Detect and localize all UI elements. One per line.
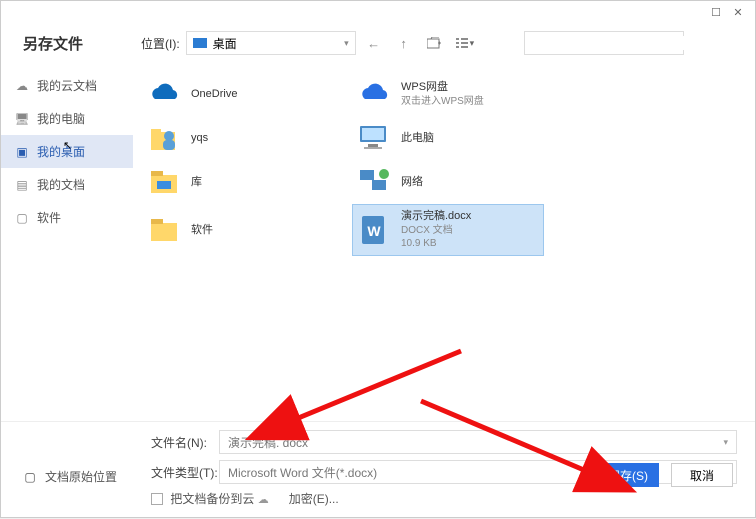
file-item-software[interactable]: 软件 <box>143 205 333 255</box>
dialog-footer: 文件名(N): 演示完稿. docx ▾ 文件类型(T): Microsoft … <box>1 421 755 517</box>
this-pc-icon <box>357 121 391 155</box>
docx-icon: W <box>357 213 391 247</box>
library-icon <box>147 165 181 199</box>
file-item-onedrive[interactable]: OneDrive <box>143 73 333 115</box>
new-folder-button[interactable] <box>422 31 446 55</box>
file-item-docx[interactable]: W 演示完稿.docx DOCX 文档 10.9 KB <box>353 205 543 255</box>
filetype-label: 文件类型(T): <box>151 464 219 481</box>
filename-value: 演示完稿. docx <box>228 434 308 451</box>
location-label: 位置(I): <box>141 35 180 52</box>
file-list: OneDrive WPS网盘 双击进入WPS网盘 yqs <box>133 65 755 459</box>
cloud-small-icon: ☁ <box>258 494 269 506</box>
list-view-icon <box>456 38 468 48</box>
action-buttons: 保存(S) 取消 <box>597 463 733 487</box>
file-item-wps-drive[interactable]: WPS网盘 双击进入WPS网盘 <box>353 73 543 115</box>
up-button[interactable]: ↑ <box>392 31 416 55</box>
file-name: 网络 <box>401 175 423 190</box>
sidebar-item-my-documents[interactable]: ▤ 我的文档 <box>1 168 133 201</box>
backup-checkbox[interactable]: 把文档备份到云 ☁ <box>151 490 269 507</box>
file-item-network[interactable]: 网络 <box>353 161 543 203</box>
orig-loc-label: 文档原始位置 <box>45 468 117 485</box>
location-pin-icon: ▢ <box>23 470 37 484</box>
sidebar-item-label: 我的电脑 <box>37 110 85 127</box>
window-controls: ☐ ✕ <box>699 1 755 23</box>
network-icon <box>357 165 391 199</box>
save-button[interactable]: 保存(S) <box>597 463 659 487</box>
chevron-down-icon: ▾ <box>344 38 349 49</box>
desktop-icon: ▣ <box>15 145 29 159</box>
file-sub1: DOCX 文档 <box>401 224 471 238</box>
wps-cloud-icon <box>357 77 391 111</box>
file-name: 此电脑 <box>401 131 434 146</box>
user-folder-icon <box>147 121 181 155</box>
new-folder-icon <box>427 37 441 49</box>
file-sub: 双击进入WPS网盘 <box>401 95 484 109</box>
file-item-this-pc[interactable]: 此电脑 <box>353 117 543 159</box>
sidebar-item-label: 我的桌面 <box>37 143 85 160</box>
computer-icon: 🖥 <box>15 112 29 126</box>
file-name: yqs <box>191 131 208 146</box>
maximize-button[interactable]: ☐ <box>709 5 723 19</box>
sidebar-item-cloud-docs[interactable]: ☁ 我的云文档 <box>1 69 133 102</box>
filetype-value: Microsoft Word 文件(*.docx) <box>228 464 377 481</box>
encrypt-link[interactable]: 加密(E)... <box>289 490 339 507</box>
dialog-header: 另存文件 位置(I): 桌面 ▾ ← ↑ ▾ <box>1 1 755 65</box>
chevron-down-icon: ▾ <box>723 437 728 448</box>
folder-icon <box>147 213 181 247</box>
checkbox-icon <box>151 493 163 505</box>
original-location[interactable]: ▢ 文档原始位置 <box>23 468 117 485</box>
sidebar-item-label: 我的文档 <box>37 176 85 193</box>
sidebar: ☁ 我的云文档 🖥 我的电脑 ▣ 我的桌面 ▤ 我的文档 ▢ 软件 <box>1 65 133 459</box>
file-name: 演示完稿.docx <box>401 209 471 224</box>
file-item-library[interactable]: 库 <box>143 161 333 203</box>
filename-row: 文件名(N): 演示完稿. docx ▾ <box>151 430 737 454</box>
search-field[interactable] <box>535 36 690 50</box>
save-as-dialog: ☐ ✕ 另存文件 位置(I): 桌面 ▾ ← ↑ ▾ <box>0 0 756 518</box>
file-name: 库 <box>191 175 202 190</box>
close-button[interactable]: ✕ <box>731 5 745 19</box>
dialog-title: 另存文件 <box>23 33 141 54</box>
options-row: 把文档备份到云 ☁ 加密(E)... <box>151 490 737 507</box>
file-sub2: 10.9 KB <box>401 237 471 251</box>
cloud-icon: ☁ <box>15 79 29 93</box>
dialog-body: ☁ 我的云文档 🖥 我的电脑 ▣ 我的桌面 ▤ 我的文档 ▢ 软件 ↖ <box>1 65 755 459</box>
filename-label: 文件名(N): <box>151 434 219 451</box>
filename-input[interactable]: 演示完稿. docx ▾ <box>219 430 737 454</box>
sidebar-item-software[interactable]: ▢ 软件 <box>1 201 133 234</box>
sidebar-item-label: 软件 <box>37 209 61 226</box>
file-name: WPS网盘 <box>401 80 484 95</box>
location-row: 位置(I): 桌面 ▾ ← ↑ ▾ <box>141 31 737 55</box>
document-icon: ▤ <box>15 178 29 192</box>
file-name: OneDrive <box>191 87 237 102</box>
back-button[interactable]: ← <box>362 31 386 55</box>
location-combo[interactable]: 桌面 ▾ <box>186 31 356 55</box>
sidebar-item-desktop[interactable]: ▣ 我的桌面 <box>1 135 133 168</box>
desktop-icon <box>193 38 207 48</box>
file-item-user[interactable]: yqs <box>143 117 333 159</box>
file-name: 软件 <box>191 223 213 238</box>
backup-label: 把文档备份到云 <box>170 492 254 506</box>
sidebar-item-my-computer[interactable]: 🖥 我的电脑 <box>1 102 133 135</box>
location-value: 桌面 <box>213 35 237 52</box>
sidebar-item-label: 我的云文档 <box>37 77 97 94</box>
svg-text:W: W <box>367 223 381 239</box>
onedrive-icon <box>147 77 181 111</box>
view-mode-button[interactable]: ▾ <box>452 31 479 55</box>
search-input[interactable] <box>524 31 684 55</box>
cancel-button[interactable]: 取消 <box>671 463 733 487</box>
folder-icon: ▢ <box>15 211 29 225</box>
